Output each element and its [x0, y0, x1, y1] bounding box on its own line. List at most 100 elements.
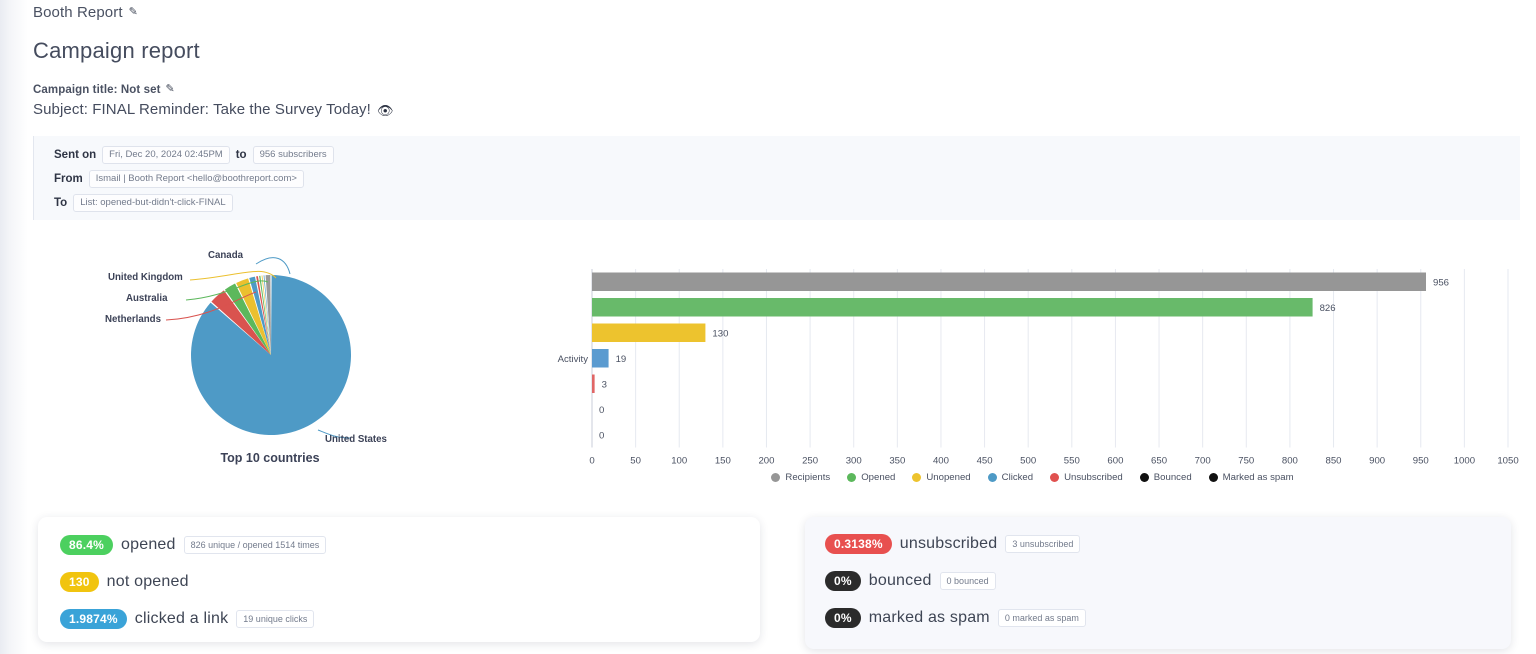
pie-label-netherlands: Netherlands — [105, 314, 161, 325]
report-page: Booth Report ✎ Campaign report Campaign … — [0, 0, 1536, 654]
deliverability-stats-card: 0.3138% unsubscribed 3 unsubscribed 0% bounc… — [805, 517, 1511, 649]
x-tick-label: 300 — [846, 456, 862, 467]
sent-on-row: Sent on Fri, Dec 20, 2024 02:45PM to 956… — [54, 146, 334, 164]
campaign-title-row: Campaign title: Not set ✎ — [33, 83, 175, 96]
x-tick-label: 100 — [671, 456, 687, 467]
legend-item-marked-as-spam[interactable]: Marked as spam — [1208, 472, 1294, 483]
from-value: Ismail | Booth Report <hello@boothreport… — [88, 170, 304, 188]
x-tick-label: 700 — [1195, 456, 1211, 467]
recipient-value: List: opened-but-didn't-click-FINAL — [73, 194, 233, 212]
pie-slices — [191, 275, 352, 435]
page-title: Campaign report — [33, 38, 200, 63]
legend-swatch-icon — [987, 473, 997, 482]
subject-row: Subject: FINAL Reminder: Take the Survey… — [33, 101, 394, 118]
stat-detail-chip: 19 unique clicks — [236, 610, 315, 628]
stat-row-not-opened: 130 not opened — [60, 572, 189, 592]
campaign-meta-panel: Sent on Fri, Dec 20, 2024 02:45PM to 956… — [33, 136, 1520, 220]
bar-unopened — [592, 323, 706, 342]
x-tick-label: 50 — [630, 456, 641, 467]
bar-value-label: 3 — [602, 379, 607, 390]
x-tick-label: 650 — [1151, 456, 1167, 467]
legend-item-opened[interactable]: Opened — [847, 472, 895, 483]
from-label: From — [54, 173, 83, 185]
x-tick-label: 600 — [1107, 456, 1123, 467]
stat-detail-chip: 0 bounced — [939, 572, 996, 590]
stat-badge: 0% — [825, 608, 861, 628]
stat-detail-chip: 826 unique / opened 1514 times — [183, 536, 327, 554]
stat-label: opened — [121, 536, 176, 553]
bar-recipients — [592, 272, 1426, 291]
bar-svg: 95682613019300 0 50 100 150 200 250 300 350 400 4… — [558, 269, 1519, 467]
subject-label: Subject: FINAL Reminder: Take the Survey… — [33, 101, 371, 118]
pie-svg — [165, 257, 352, 439]
legend-swatch-icon — [847, 473, 857, 482]
stat-label: bounced — [868, 572, 932, 589]
sent-on-label: Sent on — [54, 149, 97, 161]
x-tick-label: 0 — [589, 456, 594, 467]
stat-row-opened: 86.4% opened 826 unique / opened 1514 time… — [60, 535, 327, 555]
x-tick-label: 200 — [758, 456, 774, 467]
pie-chart-title: Top 10 countries — [220, 451, 320, 465]
stat-badge: 0.3138% — [825, 534, 892, 554]
stat-badge: 86.4% — [60, 535, 114, 555]
bar-opened — [592, 298, 1313, 317]
page-left-edge-shadow — [0, 0, 28, 654]
legend-item-bounced[interactable]: Bounced — [1139, 472, 1192, 483]
pencil-icon[interactable]: ✎ — [166, 82, 175, 95]
bar-value-label: 0 — [599, 430, 604, 441]
bar-clicked — [592, 349, 609, 368]
legend-swatch-icon — [1139, 473, 1149, 482]
x-tick-label: 450 — [977, 456, 993, 467]
legend-item-unsubscribed[interactable]: Unsubscribed — [1050, 472, 1123, 483]
legend-swatch-icon — [1208, 473, 1218, 482]
stat-label: clicked a link — [134, 610, 229, 627]
stat-row-marked-as-spam: 0% marked as spam 0 marked as spam — [825, 608, 1086, 628]
legend-item-recipients[interactable]: Recipients — [771, 472, 830, 483]
stat-label: unsubscribed — [899, 535, 998, 552]
stat-label: not opened — [106, 573, 189, 590]
x-tick-label: 500 — [1020, 456, 1036, 467]
engagement-stats-card: 86.4% opened 826 unique / opened 1514 time… — [38, 517, 760, 642]
bar-value-label: 130 — [712, 328, 728, 339]
breadcrumb[interactable]: Booth Report ✎ — [33, 4, 138, 21]
stat-badge: 1.9874% — [60, 609, 127, 629]
x-tick-label: 350 — [889, 456, 905, 467]
legend-item-unopened[interactable]: Unopened — [912, 472, 971, 483]
breadcrumb-label: Booth Report — [33, 4, 123, 21]
x-tick-label: 1050 — [1497, 456, 1518, 467]
legend-label: Recipients — [785, 472, 831, 483]
stat-label: marked as spam — [868, 609, 990, 626]
stat-row-bounced: 0% bounced 0 bounced — [825, 571, 996, 591]
pencil-icon[interactable]: ✎ — [129, 5, 138, 18]
subscriber-count-value: 956 subscribers — [252, 146, 334, 164]
stat-row-clicked-a-link: 1.9874% clicked a link 19 unique clicks — [60, 609, 315, 629]
pie-label-united-kingdom: United Kingdom — [108, 272, 183, 283]
bar-gridlines — [591, 269, 1509, 448]
legend-label: Clicked — [1001, 472, 1034, 483]
pie-label-canada: Canada — [208, 250, 243, 261]
stat-detail-chip: 3 unsubscribed — [1005, 535, 1081, 553]
bar-unsubscribed — [592, 374, 595, 393]
x-tick-label: 800 — [1282, 456, 1298, 467]
x-tick-label: 900 — [1369, 456, 1385, 467]
stat-detail-chip: 0 marked as spam — [997, 609, 1086, 627]
stat-badge: 130 — [60, 572, 99, 592]
bar-y-axis-label: Activity — [558, 354, 589, 365]
pie-leader-line — [189, 271, 277, 281]
bar-value-label: 826 — [1320, 303, 1336, 314]
legend-item-clicked[interactable]: Clicked — [987, 472, 1034, 483]
sent-on-value: Fri, Dec 20, 2024 02:45PM — [102, 146, 230, 164]
x-tick-label: 850 — [1326, 456, 1342, 467]
bar-value-label: 0 — [599, 405, 604, 416]
recipient-row: To List: opened-but-didn't-click-FINAL — [54, 194, 233, 212]
eye-icon[interactable]: 👁 — [377, 103, 394, 119]
pie-label-australia: Australia — [126, 293, 168, 304]
campaign-title-label: Campaign title: Not set — [33, 83, 161, 96]
stat-row-unsubscribed: 0.3138% unsubscribed 3 unsubscribed — [825, 534, 1081, 554]
legend-label: Marked as spam — [1222, 472, 1294, 483]
x-tick-label: 150 — [715, 456, 731, 467]
legend-swatch-icon — [1050, 473, 1060, 482]
bar-value-label: 956 — [1433, 277, 1449, 288]
legend-swatch-icon — [912, 473, 922, 482]
x-tick-label: 950 — [1413, 456, 1429, 467]
